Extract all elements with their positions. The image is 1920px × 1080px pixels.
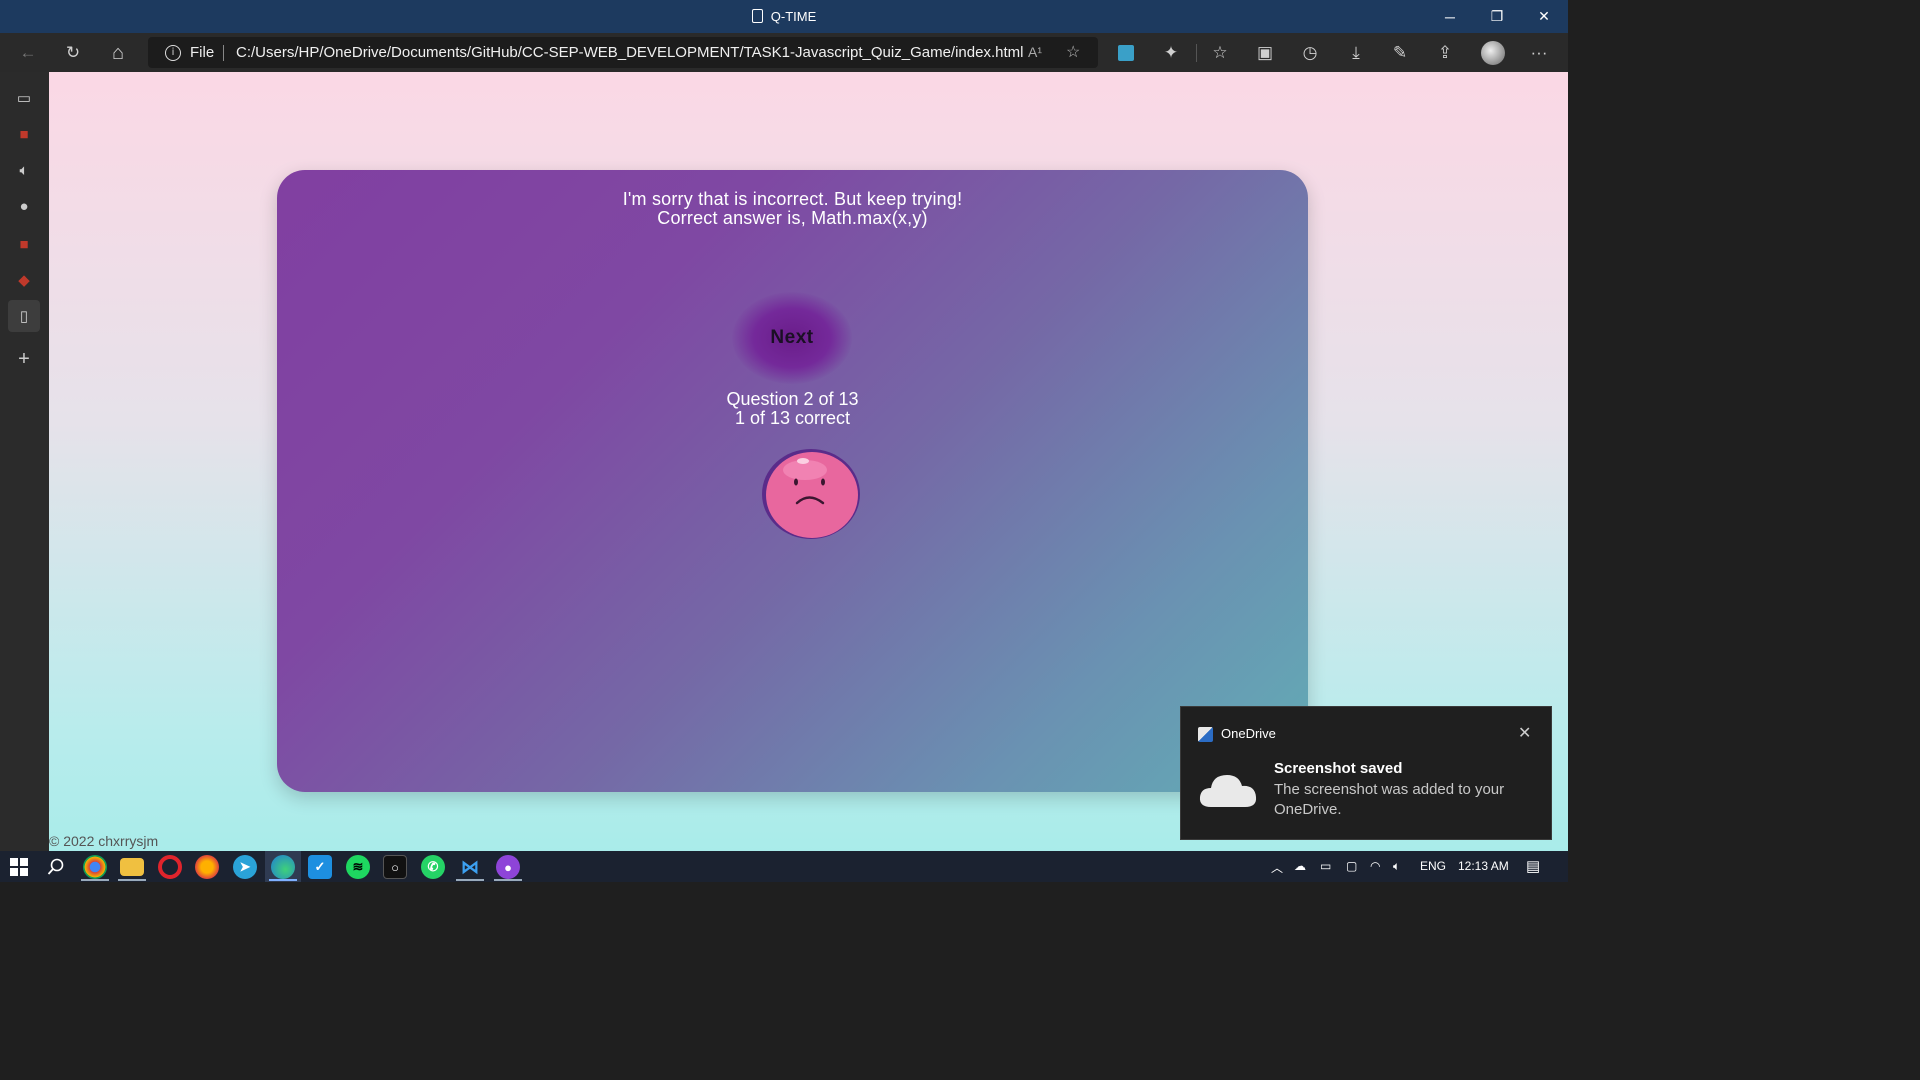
browser-sidebar: ▭ ■ 🔈︎ ● ■ ◆ ▯ + [0, 72, 49, 851]
volume-icon[interactable]: 🔈︎ [1393, 859, 1400, 874]
refresh-button[interactable]: ↻ [61, 41, 85, 65]
github-desktop-indicator [494, 879, 522, 881]
profile-avatar[interactable] [1481, 41, 1505, 65]
window-title: Q-TIME [0, 9, 1568, 24]
read-aloud-icon[interactable]: A¹ [1028, 44, 1042, 60]
github-desktop-icon[interactable]: ● [496, 855, 520, 879]
feedback-line-1: I'm sorry that is incorrect. But keep tr… [622, 189, 963, 209]
chrome-icon[interactable] [83, 855, 107, 879]
new-tab-icon[interactable]: + [12, 347, 36, 371]
address-divider [223, 45, 224, 61]
vscode-icon[interactable]: ⋈ [458, 855, 482, 879]
score-progress: 1 of 13 correct [734, 408, 851, 428]
home-button[interactable]: ⌂ [106, 41, 130, 65]
language-indicator[interactable]: ENG [1420, 859, 1446, 873]
git-tab-icon[interactable]: ◆ [12, 268, 36, 292]
notification-close-button[interactable]: ✕ [1518, 723, 1531, 743]
copyright-footer: © 2022 chxrrysjm [49, 833, 159, 849]
terminal-icon[interactable]: ○ [383, 855, 407, 879]
cloud-icon [1199, 775, 1257, 807]
notification-center-icon[interactable]: ▤ [1526, 857, 1540, 875]
back-button[interactable]: ← [16, 41, 40, 65]
pdf-tab-icon[interactable]: ■ [12, 122, 36, 146]
clock[interactable]: 12:13 AM [1458, 859, 1509, 873]
extension-a-icon[interactable] [1114, 41, 1138, 65]
onedrive-notification[interactable]: OneDrive ✕ Screenshot saved The screensh… [1180, 706, 1552, 840]
show-hidden-icons[interactable]: ︿ [1271, 859, 1283, 876]
history-icon[interactable]: ◷ [1298, 41, 1322, 65]
notification-body: The screenshot was added to your OneDriv… [1274, 781, 1505, 818]
opera-icon[interactable] [158, 855, 182, 879]
close-window-button[interactable]: ✕ [1521, 0, 1567, 33]
toolbar-divider [1196, 44, 1197, 62]
next-button-label: Next [770, 327, 814, 348]
feedback-message: I'm sorry that is incorrect. But keep tr… [277, 190, 1308, 228]
tab-actions-icon[interactable]: ▭ [12, 86, 36, 110]
web-capture-icon[interactable]: ✎ [1388, 41, 1412, 65]
wifi-icon[interactable]: ◠ [1370, 859, 1380, 873]
todo-icon[interactable]: ✓ [308, 855, 332, 879]
document-icon [751, 9, 763, 23]
current-page-tab-icon[interactable]: ▯ [8, 300, 40, 332]
quiz-card: I'm sorry that is incorrect. But keep tr… [277, 170, 1308, 792]
progress-text: Question 2 of 13 1 of 13 correct [277, 390, 1308, 428]
next-button[interactable]: Next [732, 292, 852, 384]
spotify-icon[interactable]: ≋ [346, 855, 370, 879]
pdf-tab-icon-2[interactable]: ■ [12, 232, 36, 256]
vscode-indicator [456, 879, 484, 881]
whatsapp-icon[interactable]: ✆ [421, 855, 445, 879]
search-icon[interactable] [44, 855, 68, 879]
window-title-text: Q-TIME [770, 9, 817, 24]
taskbar: ➤ ✓ ≋ ○ ✆ ⋈ ● ︿ ☁ ▭ ▢ ◠ 🔈︎ ENG 12:13 AM … [0, 851, 1568, 882]
onedrive-tray-icon[interactable]: ☁ [1294, 859, 1306, 873]
extensions-icon[interactable]: ✦ [1159, 41, 1183, 65]
collections-icon[interactable]: ▣ [1253, 41, 1277, 65]
sad-face-icon [762, 449, 860, 539]
meet-now-icon[interactable]: ▢ [1346, 859, 1357, 873]
downloads-icon[interactable]: ⤓ [1344, 41, 1368, 65]
onedrive-app-icon [1198, 727, 1213, 742]
restore-button[interactable]: ❐ [1474, 0, 1520, 33]
favorites-icon[interactable]: ☆ [1208, 41, 1232, 65]
info-icon[interactable]: i [165, 45, 181, 61]
windows-logo-icon [10, 858, 28, 876]
github-tab-icon[interactable]: ● [12, 194, 36, 218]
file-explorer-icon[interactable] [120, 858, 144, 876]
explorer-indicator [118, 879, 146, 881]
start-button[interactable] [7, 855, 31, 879]
speaker-icon[interactable]: 🔈︎ [12, 158, 36, 182]
edge-icon[interactable] [271, 855, 295, 879]
share-icon[interactable]: ⇪ [1433, 41, 1457, 65]
minimize-button[interactable]: ─ [1427, 0, 1473, 33]
notification-title: Screenshot saved [1274, 760, 1403, 777]
battery-icon[interactable]: ▭ [1320, 859, 1331, 873]
feedback-line-2: Correct answer is, Math.max(x,y) [657, 208, 928, 228]
notification-app-name: OneDrive [1221, 726, 1276, 741]
add-favorite-icon[interactable]: ☆ [1066, 42, 1080, 62]
more-menu-button[interactable]: ··· [1527, 41, 1551, 65]
question-progress: Question 2 of 13 [726, 389, 859, 409]
title-bar: Q-TIME ─ ❐ ✕ [0, 0, 1568, 33]
chrome-indicator [81, 879, 109, 881]
firefox-icon[interactable] [195, 855, 219, 879]
url-text[interactable]: C:/Users/HP/OneDrive/Documents/GitHub/CC… [236, 44, 1023, 61]
address-bar[interactable]: i File C:/Users/HP/OneDrive/Documents/Gi… [148, 37, 1098, 68]
telegram-icon[interactable]: ➤ [233, 855, 257, 879]
edge-indicator [269, 879, 297, 881]
browser-toolbar: ← ↻ ⌂ i File C:/Users/HP/OneDrive/Docume… [0, 33, 1568, 72]
file-label: File [190, 44, 215, 61]
